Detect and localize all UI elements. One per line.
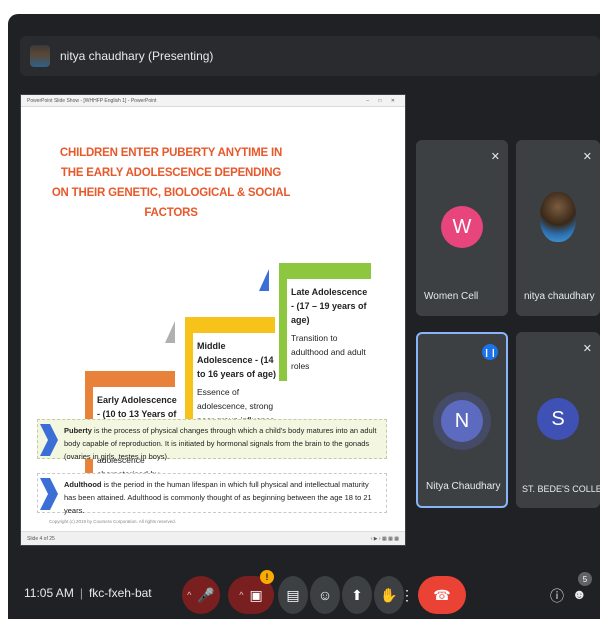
current-time: 11:05 AM: [24, 586, 74, 600]
slide-copyright: Copyright (c) 2019 by Coursera Corporati…: [49, 519, 177, 524]
mic-toggle-button[interactable]: ^ 🎤: [182, 576, 220, 614]
captions-icon: ▤: [286, 586, 300, 603]
fact-adulthood-term: Adulthood: [64, 480, 102, 489]
participant-tile[interactable]: ✕ W Women Cell: [416, 140, 508, 316]
warning-icon: !: [260, 570, 274, 584]
more-icon: ⋮: [400, 586, 414, 603]
fact-puberty: Puberty is the process of physical chang…: [37, 419, 387, 461]
bottom-bar: 11:05 AM | fkc-fxeh-bat ^ 🎤 ^ ▣ ! ▤ ☺ ⬆ ✋ …: [8, 570, 600, 619]
arrow-up-icon: [165, 321, 175, 343]
participant-tile[interactable]: ✕ nitya chaudhary: [516, 140, 600, 316]
emoji-button[interactable]: ☺: [310, 576, 340, 614]
meeting-clock: 11:05 AM | fkc-fxeh-bat: [24, 586, 152, 600]
fact-puberty-term: Puberty: [64, 426, 92, 435]
slide-counter: Slide 4 of 25: [27, 536, 55, 542]
chevron-up-icon[interactable]: ^: [239, 590, 243, 600]
raise-hand-icon: ✋: [380, 586, 398, 603]
meet-window: nitya chaudhary (Presenting) PowerPoint …: [8, 14, 600, 619]
present-button[interactable]: ⬆: [342, 576, 372, 614]
slide: CHILDREN ENTER PUBERTY ANYTIME IN THE EA…: [21, 107, 405, 531]
mic-off-icon: ✕: [582, 343, 592, 355]
present-icon: ⬆: [351, 586, 363, 603]
chevron-right-icon: [40, 478, 58, 510]
info-icon[interactable]: ⓘ: [550, 586, 564, 606]
participant-name: Nitya Chaudhary: [426, 481, 501, 492]
mic-off-icon: ✕: [582, 151, 592, 163]
captions-button[interactable]: ▤: [278, 576, 308, 614]
chevron-right-icon: [40, 424, 58, 456]
fact-adulthood: Adulthood is the period in the human lif…: [37, 473, 387, 515]
slide-nav-icons[interactable]: ‹ ▶ › ▦ ▦ ▦: [371, 536, 399, 542]
people-icon[interactable]: ☻: [572, 586, 587, 602]
stage-late-desc: Transition to adulthood and adult roles: [291, 333, 366, 371]
participant-tile[interactable]: ❙❙ N Nitya Chaudhary: [416, 332, 508, 508]
fact-puberty-text: is the process of physical changes throu…: [64, 426, 377, 461]
stage-late-bar: [279, 263, 371, 279]
shared-screen[interactable]: PowerPoint Slide Show - [WHHFP English 1…: [20, 94, 406, 546]
presenter-avatar: [30, 45, 50, 67]
participant-name: nitya chaudhary: [524, 291, 595, 302]
ppt-window-buttons: – □ ✕: [366, 98, 399, 104]
speaking-icon: ❙❙: [482, 344, 498, 360]
slide-title: CHILDREN ENTER PUBERTY ANYTIME IN THE EA…: [51, 147, 291, 219]
avatar: S: [537, 398, 579, 440]
avatar: W: [441, 206, 483, 248]
participant-name: ST. BEDE'S COLLEGE: [522, 484, 600, 494]
presenter-name: nitya chaudhary (Presenting): [60, 49, 214, 63]
avatar: N: [441, 400, 483, 442]
ppt-window-title: PowerPoint Slide Show - [WHHFP English 1…: [27, 98, 157, 104]
ppt-statusbar: Slide 4 of 25 ‹ ▶ › ▦ ▦ ▦: [21, 531, 405, 545]
stage-middle-bar: [185, 317, 275, 333]
meeting-code: fkc-fxeh-bat: [88, 586, 152, 600]
camera-off-icon: ▣: [249, 586, 263, 603]
stage-late: Late Adolescence - (17 – 19 years of age…: [279, 263, 399, 383]
mic-off-icon: 🎤: [197, 586, 215, 603]
mic-off-icon: ✕: [490, 151, 500, 163]
participant-name: Women Cell: [424, 291, 479, 302]
participant-tile[interactable]: ✕ S ST. BEDE'S COLLEGE: [516, 332, 600, 508]
stage-middle-heading: Middle Adolescence - (14 to 16 years of …: [197, 341, 277, 379]
chevron-up-icon[interactable]: ^: [187, 590, 191, 600]
stage-late-heading: Late Adolescence - (17 – 19 years of age…: [291, 287, 368, 325]
presenter-bar: nitya chaudhary (Presenting): [20, 36, 600, 76]
participant-count-badge: 5: [578, 572, 592, 586]
end-call-icon: ☎: [433, 586, 451, 603]
ppt-titlebar: PowerPoint Slide Show - [WHHFP English 1…: [21, 95, 405, 107]
more-options-button[interactable]: ⋮: [400, 576, 414, 614]
arrow-up-icon: [259, 269, 269, 291]
stage-early-bar: [85, 371, 175, 387]
emoji-icon: ☺: [317, 587, 333, 603]
fact-adulthood-text: is the period in the human lifespan in w…: [64, 480, 372, 515]
end-call-button[interactable]: ☎: [418, 576, 466, 614]
avatar: [540, 192, 576, 242]
